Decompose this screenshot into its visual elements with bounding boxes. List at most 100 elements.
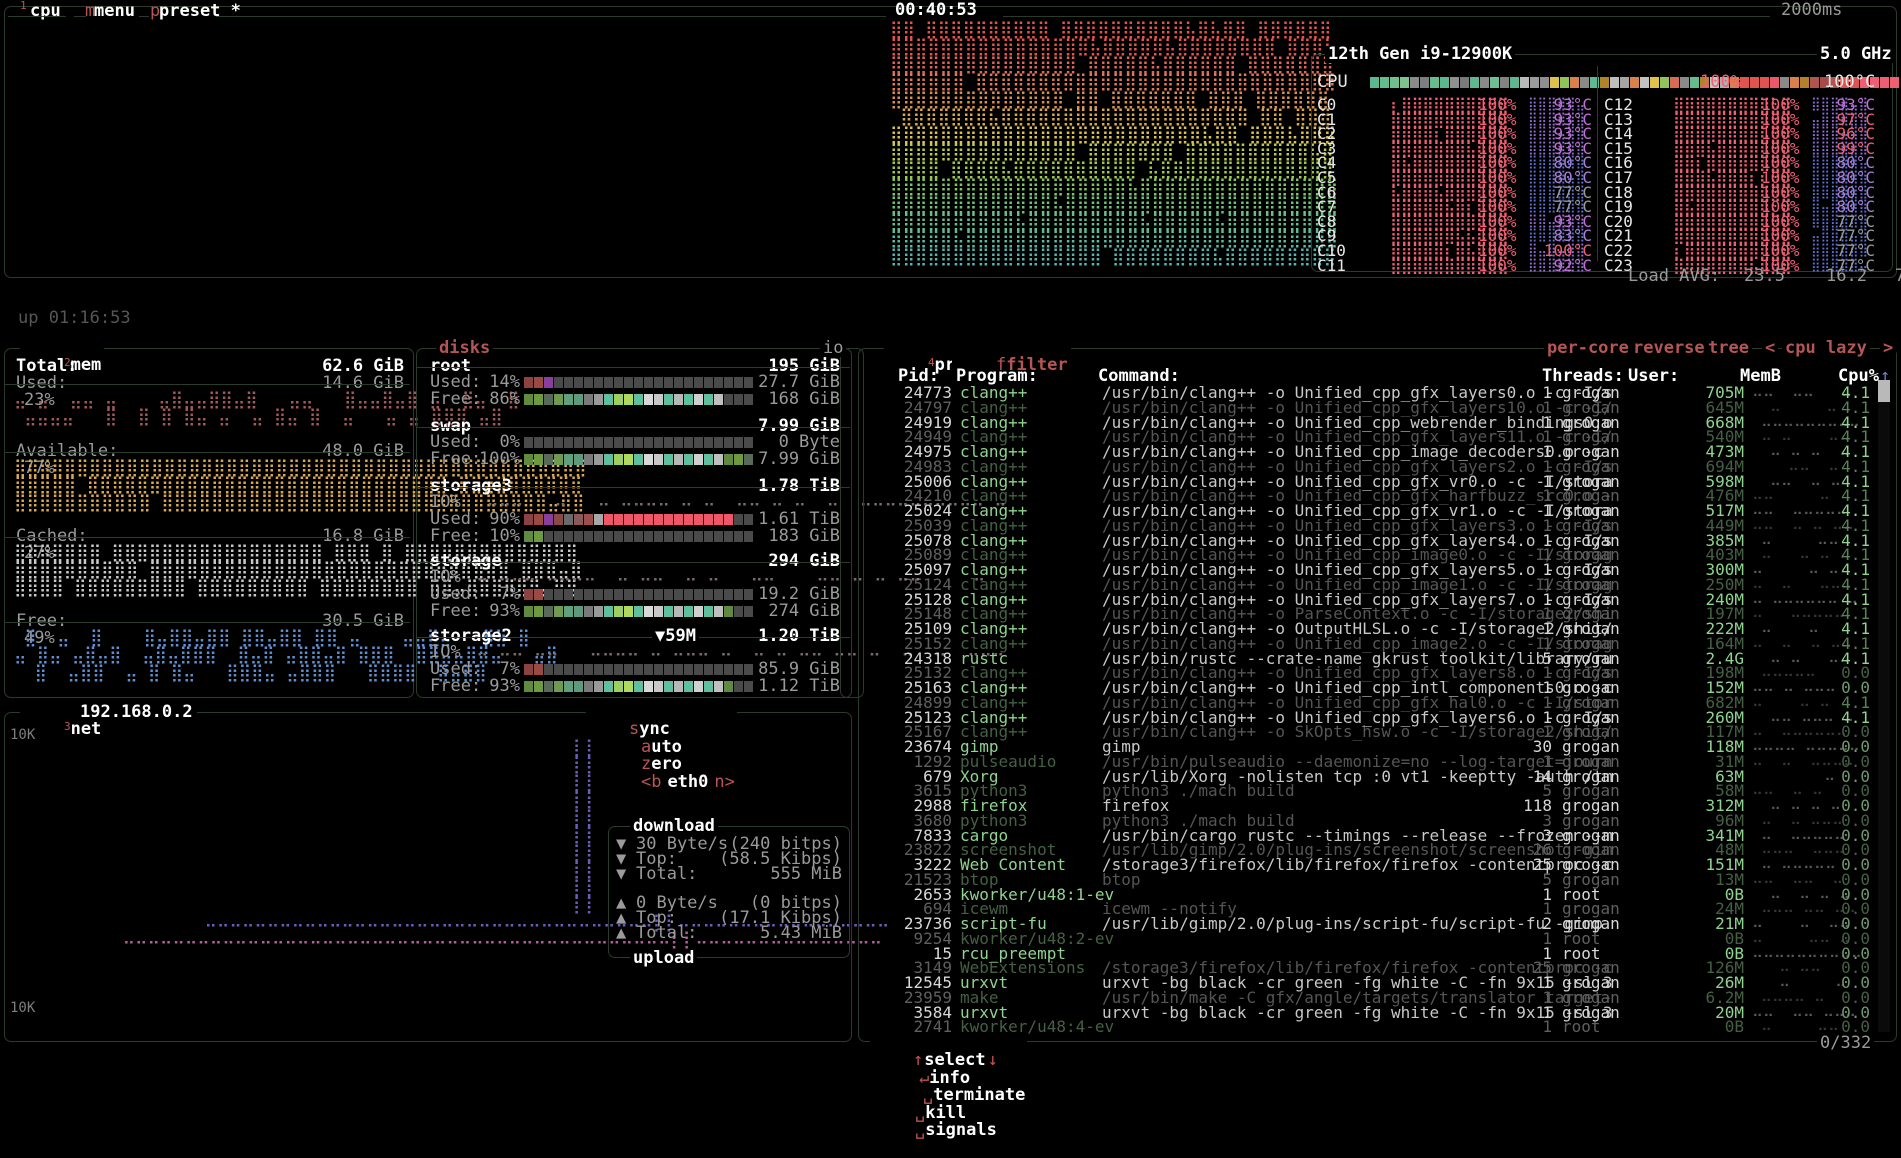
- table-row[interactable]: 21523 btop btop 5 grogan 13M ⠤⠤ ⠤⠤ ⠤ 0.0: [862, 870, 1876, 888]
- disk-free-value-storage2: 1.12 TiB: [758, 676, 840, 696]
- disk-rule-storage: [416, 562, 850, 563]
- proc-option-reverse[interactable]: reverse: [1630, 339, 1708, 358]
- table-row[interactable]: 679 Xorg/usr/lib/Xorg -nolisten tcp :0 vt…: [862, 767, 1876, 785]
- table-row[interactable]: 24318 rustc/usr/bin/rustc --crate-name gk…: [862, 649, 1876, 667]
- mem-available-graph: ⣿⣿⣿⣿⣿⣿⣿⣿⣿⣿⣿⣿⣿⣿⣿⣿⣿⣿⣿⣿⣿⣿⣿⣿⣿⣿⣿⣿⣿⣿⣿⣿⣿⣿⣿⣿⣿⣿⣿⣿…: [14, 458, 587, 513]
- clock: 00:40:53: [895, 0, 977, 20]
- net-upload-label-2: Total:: [636, 923, 698, 943]
- table-row[interactable]: 15 rcu_preempt 1 root 0B ⠤⠤⠤⠤⠤⠤⠤⠤⠤⠤ 0.0: [862, 944, 1876, 962]
- table-row[interactable]: 25109 clang++/usr/bin/clang++ -o OutputHL…: [862, 619, 1876, 637]
- header-menu[interactable]: 1 cpu m menu p preset *: [6, 0, 241, 141]
- table-row[interactable]: 25124 clang++/usr/bin/clang++ -o Unified_…: [862, 575, 1876, 593]
- proc-user: root: [1562, 1017, 1601, 1037]
- disk-free-pct-root: 86%: [489, 389, 520, 409]
- load-avg-1: 23.5: [1744, 266, 1785, 286]
- table-row[interactable]: 24983 clang++/usr/bin/clang++ -o Unified_…: [862, 457, 1876, 475]
- table-row[interactable]: 25128 clang++/usr/bin/clang++ -o Unified_…: [862, 590, 1876, 608]
- table-row[interactable]: 25078 clang++/usr/bin/clang++ -o Unified_…: [862, 531, 1876, 549]
- menu-item-cpu[interactable]: cpu: [30, 2, 61, 20]
- proc-mem: 0B: [1724, 1017, 1744, 1037]
- table-row[interactable]: 25123 clang++/usr/bin/clang++ -o Unified_…: [862, 708, 1876, 726]
- mem-free-graph: ⣿ ⣤ ⣿ ⣿⣤⣿⣿⣤⣿⣿ ⣿⣿⣤⣿⣿ ⣿⣿ ⣤ ⣤⣤⣿⣤ ⣿⣿ ⣿ ⣤ ⣿⣤ …: [14, 628, 558, 683]
- table-row[interactable]: 23822 screenshot/usr/lib/gimp/2.0/plug-in…: [862, 840, 1876, 858]
- table-row[interactable]: 25163 clang++/usr/bin/clang++ -o Unified_…: [862, 678, 1876, 696]
- statusbar-space-icon-3[interactable]: ␣: [915, 1120, 925, 1140]
- table-row[interactable]: 3149 WebExtensions/storage3/firefox/lib/f…: [862, 958, 1876, 976]
- menu-item-menu[interactable]: menu: [94, 2, 135, 20]
- proc-col-user[interactable]: User:: [1628, 367, 1679, 385]
- disk-free-pct-storage2: 93%: [489, 676, 520, 696]
- table-row[interactable]: 3680 python3 python3 ./mach build 3 grogan 96…: [862, 811, 1876, 829]
- table-row[interactable]: 25006 clang++/usr/bin/clang++ -o Unified_…: [862, 472, 1876, 490]
- table-row[interactable]: 25167 clang++/usr/bin/clang++ -o SkOpts_h…: [862, 722, 1876, 740]
- net-upload-arrow-2: ▲: [616, 923, 627, 943]
- proc-scrollbar-thumb[interactable]: [1878, 380, 1890, 402]
- table-row[interactable]: 25097 clang++/usr/bin/clang++ -o Unified_…: [862, 560, 1876, 578]
- table-row[interactable]: 25024 clang++/usr/bin/clang++ -o Unified_…: [862, 501, 1876, 519]
- table-row[interactable]: 23736 script-fu/usr/lib/gimp/2.0/plug-ins…: [862, 914, 1876, 932]
- mem-row-rule-1: [4, 384, 410, 385]
- table-row[interactable]: 7833 cargo/usr/bin/cargo rustc --timings …: [862, 826, 1876, 844]
- disk-rule-storage2: [416, 637, 850, 638]
- disk-free-value-root: 168 GiB: [768, 389, 840, 409]
- menu-item-preset[interactable]: preset *: [159, 2, 241, 20]
- proc-option-prev[interactable]: <: [1762, 339, 1779, 358]
- table-row[interactable]: 24773 clang++/usr/bin/clang++ -o Unified_…: [862, 383, 1876, 401]
- net-download-value-2: 555 MiB: [770, 864, 842, 884]
- update-interval[interactable]: 2000ms: [1781, 1, 1842, 19]
- proc-scroll-position: 0/332: [1817, 1034, 1875, 1053]
- proc-program: kworker/u48:4-ev: [960, 1017, 1115, 1037]
- table-row[interactable]: 3584 urxvt urxvt -bg black -cr green -fg w…: [862, 1003, 1876, 1021]
- disk-free-value-swap: 7.99 GiB: [758, 449, 840, 469]
- table-row[interactable]: 24949 clang++/usr/bin/clang++ -o Unified_…: [862, 427, 1876, 445]
- proc-option-tree[interactable]: tree: [1705, 339, 1752, 358]
- proc-option-next[interactable]: >: [1880, 339, 1897, 358]
- table-row[interactable]: 25039 clang++/usr/bin/clang++ -o Unified_…: [862, 516, 1876, 534]
- clock-right-rule: [1003, 16, 1770, 17]
- table-row[interactable]: 2653 kworker/u48:1-ev 1 root 0B ⠤ ⠤ ⠤ ⠤ 0.0: [862, 885, 1876, 903]
- mem-used-graph: ⣤ ⣤ ⣤⣤ ⣤ ⣤⣿⣤⣤⣿⣿⣤⣿ ⣤⣤ ⣿⣤⣤⣿⣤⣿ ⣤ ⣿⣤ ⣿ ⣤⣤⣤⣤ …: [14, 390, 541, 428]
- disks-panel-title: disks: [436, 339, 494, 358]
- proc-option-per-core[interactable]: per-core: [1544, 339, 1632, 358]
- menu-underline-2: [74, 16, 86, 17]
- disk-rule-storage3: [416, 487, 850, 488]
- net-download-title: download: [630, 817, 718, 836]
- statusbar[interactable]: ↑select ↓ ↵info ␣terminate ␣kill ␣signals: [870, 1035, 1028, 1158]
- mem-row-rule-3: [4, 537, 410, 538]
- menu-underline-1: [8, 16, 66, 17]
- core-label-c11: C11: [1317, 255, 1346, 275]
- menu-underline-4: [216, 16, 886, 17]
- table-row[interactable]: 2988 firefox firefox 118 grogan 312M ⠤ ⠤ ⠤ ⠤ …: [862, 796, 1876, 814]
- table-row[interactable]: 24797 clang++/usr/bin/clang++ -o Unified_…: [862, 398, 1876, 416]
- table-row[interactable]: 3222 Web Content/storage3/firefox/lib/fir…: [862, 855, 1876, 873]
- statusbar-down-icon[interactable]: ↓: [988, 1050, 998, 1070]
- disk-free-value-storage: 274 GiB: [768, 601, 840, 621]
- table-row[interactable]: 25148 clang++/usr/bin/clang++ -o ParseCon…: [862, 604, 1876, 622]
- proc-scrollbar[interactable]: [1878, 380, 1890, 1032]
- core-temp-c11: 92°C: [1553, 255, 1592, 275]
- table-row[interactable]: 12545 urxvt urxvt -bg black -cr green -fg …: [862, 973, 1876, 991]
- disk-free-pct-swap: 100%: [479, 449, 520, 469]
- load-avg-15: 7.94: [1895, 266, 1901, 286]
- table-row[interactable]: 25089 clang++/usr/bin/clang++ -o Unified_…: [862, 545, 1876, 563]
- table-row[interactable]: 3615 python3 python3 ./mach build 5 grogan 58…: [862, 781, 1876, 799]
- load-avg-label: Load AVG:: [1628, 266, 1721, 286]
- table-row[interactable]: 25132 clang++/usr/bin/clang++ -o Unified_…: [862, 663, 1876, 681]
- table-row[interactable]: 694 icewm icewm --notify 1 grogan 24M ⠤⠤⠤ ⠤⠤ …: [862, 899, 1876, 917]
- table-row[interactable]: 23674 gimp gimp 30 grogan 118M ⠤⠤⠤⠤ ⠤⠤⠤⠤⠤ 0.0: [862, 737, 1876, 755]
- table-row[interactable]: 24899 clang++/usr/bin/clang++ -o Unified_…: [862, 693, 1876, 711]
- table-row[interactable]: 23959 make/usr/bin/make -C gfx/angle/targ…: [862, 988, 1876, 1006]
- table-row[interactable]: 25152 clang++/usr/bin/clang++ -o Unified_…: [862, 634, 1876, 652]
- statusbar-signals-label[interactable]: signals: [925, 1120, 997, 1140]
- table-row[interactable]: 9254 kworker/u48:2-ev 1 root 0B ⠤ ⠤⠤ ⠤ 0.0: [862, 929, 1876, 947]
- table-row[interactable]: 24210 clang++/usr/bin/clang++ -o Unified_…: [862, 486, 1876, 504]
- menu-underline-3: [139, 16, 149, 17]
- table-row[interactable]: 24975 clang++/usr/bin/clang++ -o Unified_…: [862, 442, 1876, 460]
- net-download-arrow-2: ▼: [616, 864, 627, 884]
- table-row[interactable]: 1292 pulseaudio/usr/bin/pulseaudio --daem…: [862, 752, 1876, 770]
- proc-pid: 2741: [913, 1017, 952, 1037]
- proc-threads: 1: [1542, 1017, 1552, 1037]
- table-row[interactable]: 2741 kworker/u48:4-ev 1 root 0B ⠤ ⠤⠤ 0.0: [862, 1017, 1876, 1037]
- proc-option-sort[interactable]: cpu lazy: [1782, 339, 1870, 358]
- table-row[interactable]: 24919 clang++/usr/bin/clang++ -o Unified_…: [862, 413, 1876, 431]
